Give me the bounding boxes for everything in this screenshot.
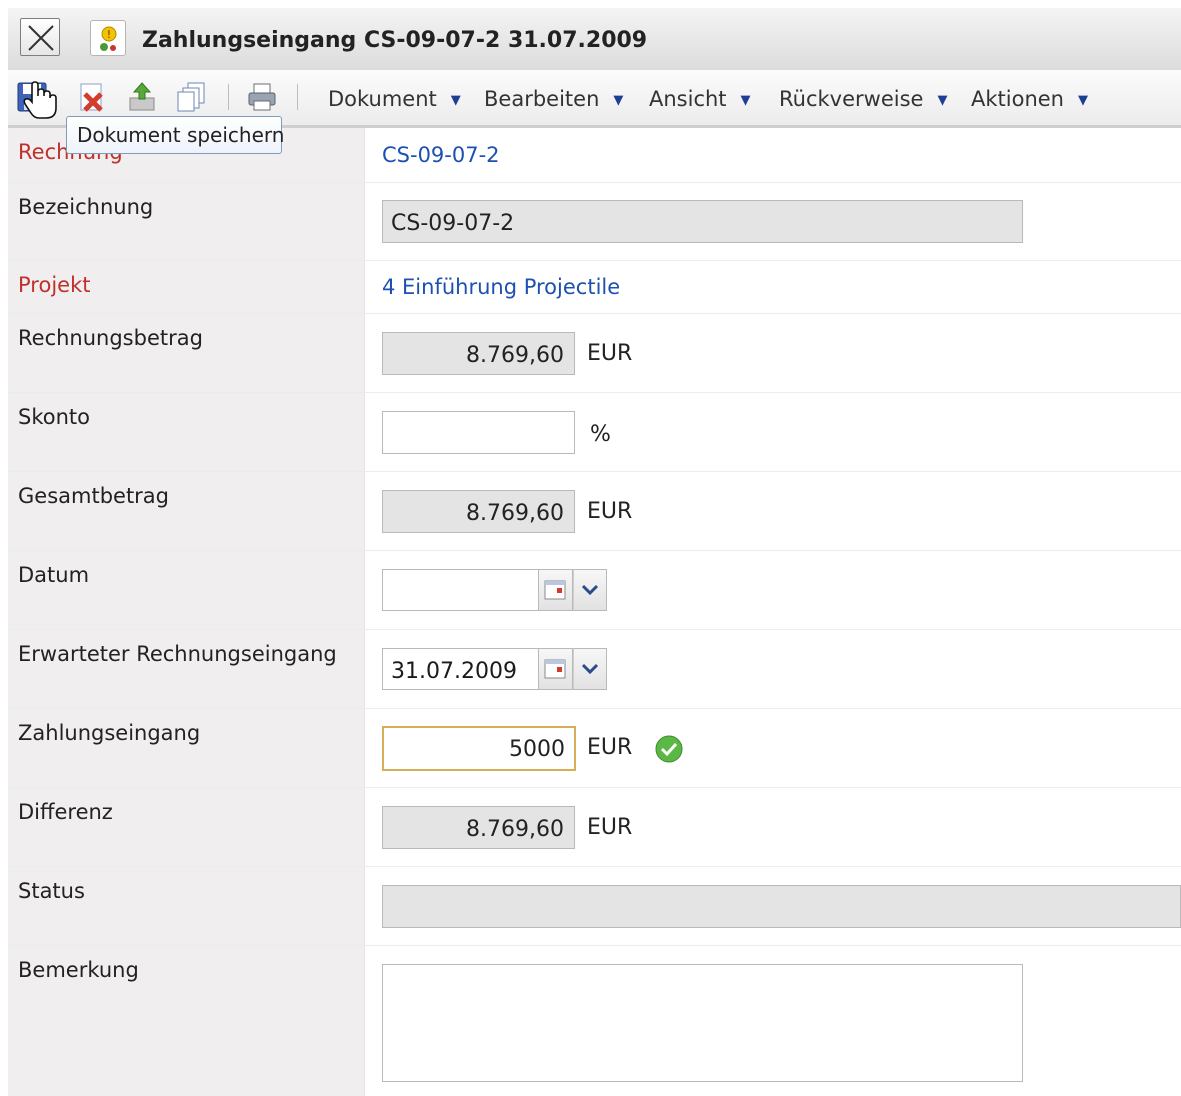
dropdown-arrow-icon: ▼ — [740, 93, 751, 108]
calendar-button[interactable] — [539, 569, 573, 611]
menu-aktionen[interactable]: Aktionen ▼ — [971, 87, 1088, 111]
row-bemerkung: Bemerkung — [8, 946, 1181, 1096]
menu-label: Ansicht — [649, 87, 727, 111]
gesamtbetrag-field: 8.769,60 — [382, 490, 575, 533]
row-erwarteter-rechnungseingang: Erwarteter Rechnungseingang 31.07.2009 — [8, 630, 1181, 709]
close-icon — [28, 25, 54, 51]
toolbar-separator — [297, 84, 298, 110]
unit-label: % — [590, 422, 611, 447]
chevron-down-icon — [581, 584, 599, 596]
print-icon[interactable] — [246, 81, 278, 113]
date-dropdown-button[interactable] — [573, 569, 607, 611]
label-bemerkung: Bemerkung — [8, 946, 365, 1096]
menu-dokument[interactable]: Dokument ▼ — [328, 87, 461, 111]
menu-ansicht[interactable]: Ansicht ▼ — [649, 87, 751, 111]
toolbar-separator — [228, 84, 229, 110]
calendar-icon — [544, 580, 566, 600]
datum-input[interactable] — [382, 569, 539, 611]
tooltip: Dokument speichern — [66, 116, 284, 154]
hand-cursor-icon — [23, 81, 57, 119]
row-bezeichnung: Bezeichnung CS-09-07-2 — [8, 183, 1181, 261]
dropdown-arrow-icon: ▼ — [1077, 93, 1088, 108]
check-icon — [655, 735, 683, 763]
label-zahlungseingang: Zahlungseingang — [8, 709, 365, 787]
delete-icon[interactable] — [76, 81, 108, 113]
copy-icon[interactable] — [176, 81, 208, 113]
dropdown-arrow-icon: ▼ — [450, 93, 461, 108]
row-datum: Datum — [8, 551, 1181, 630]
row-zahlungseingang: Zahlungseingang 5000 EUR — [8, 709, 1181, 788]
row-projekt: Projekt 4 Einführung Projectile — [8, 261, 1181, 314]
label-erwarteter-rechnungseingang: Erwarteter Rechnungseingang — [8, 630, 365, 708]
label-rechnungsbetrag: Rechnungsbetrag — [8, 314, 365, 392]
window-title: Zahlungseingang CS-09-07-2 31.07.2009 — [142, 28, 648, 53]
row-gesamtbetrag: Gesamtbetrag 8.769,60 EUR — [8, 472, 1181, 551]
menu-label: Rückverweise — [779, 87, 924, 111]
date-dropdown-button[interactable] — [573, 648, 607, 690]
skonto-input[interactable] — [382, 411, 575, 454]
calendar-icon — [544, 659, 566, 679]
menu-label: Dokument — [328, 87, 437, 111]
row-rechnungsbetrag: Rechnungsbetrag 8.769,60 EUR — [8, 314, 1181, 393]
dropdown-arrow-icon: ▼ — [613, 93, 624, 108]
label-skonto: Skonto — [8, 393, 365, 471]
upload-icon[interactable] — [126, 81, 158, 113]
status-field — [382, 885, 1181, 928]
unit-label: EUR — [587, 499, 633, 524]
row-differenz: Differenz 8.769,60 EUR — [8, 788, 1181, 867]
label-datum: Datum — [8, 551, 365, 629]
label-status: Status — [8, 867, 365, 945]
label-projekt: Projekt — [8, 261, 365, 313]
invoice-form: Rechnung CS-09-07-2 Bezeichnung CS-09-07… — [8, 128, 1181, 1096]
bezeichnung-field: CS-09-07-2 — [382, 200, 1023, 243]
bemerkung-textarea[interactable] — [382, 964, 1023, 1082]
zahlungseingang-input[interactable]: 5000 — [382, 726, 576, 771]
close-button[interactable] — [20, 18, 60, 56]
link-rechnung[interactable]: CS-09-07-2 — [382, 143, 500, 167]
link-projekt[interactable]: 4 Einführung Projectile — [382, 275, 620, 299]
row-skonto: Skonto % — [8, 393, 1181, 472]
rechnungsbetrag-field: 8.769,60 — [382, 332, 575, 375]
menu-label: Aktionen — [971, 87, 1064, 111]
unit-label: EUR — [587, 735, 633, 760]
unit-label: EUR — [587, 815, 633, 840]
menu-rueckverweise[interactable]: Rückverweise ▼ — [779, 87, 947, 111]
menu-bearbeiten[interactable]: Bearbeiten ▼ — [484, 87, 623, 111]
menu-label: Bearbeiten — [484, 87, 600, 111]
title-bar: ! Zahlungseingang CS-09-07-2 31.07.2009 — [8, 8, 1181, 71]
document-type-icon: ! — [90, 20, 126, 56]
label-gesamtbetrag: Gesamtbetrag — [8, 472, 365, 550]
unit-label: EUR — [587, 341, 633, 366]
svg-text:!: ! — [107, 28, 111, 41]
chevron-down-icon — [581, 663, 599, 675]
label-bezeichnung: Bezeichnung — [8, 183, 365, 260]
row-status: Status — [8, 867, 1181, 946]
calendar-button[interactable] — [539, 648, 573, 690]
differenz-field: 8.769,60 — [382, 806, 575, 849]
label-differenz: Differenz — [8, 788, 365, 866]
dropdown-arrow-icon: ▼ — [937, 93, 948, 108]
erwarteter-date-input[interactable]: 31.07.2009 — [382, 648, 539, 690]
